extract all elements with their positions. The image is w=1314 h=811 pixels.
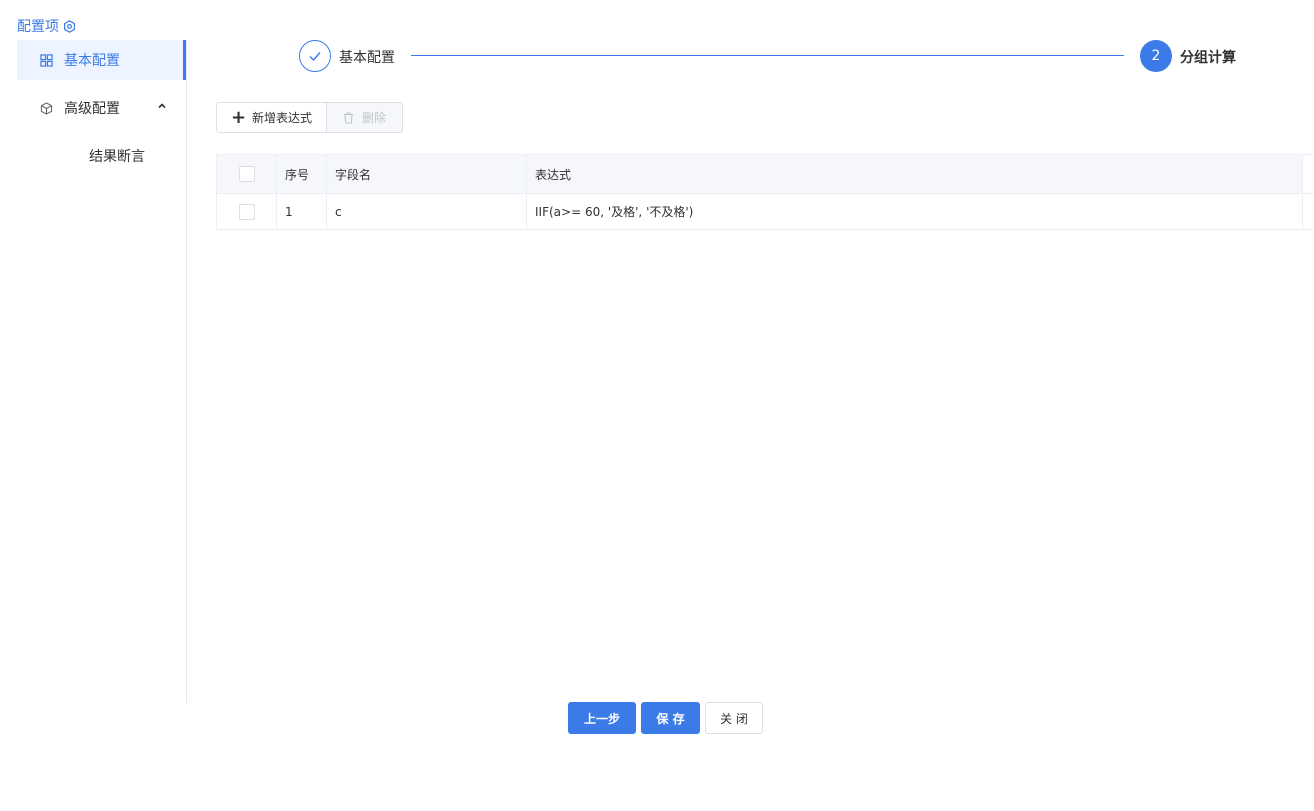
settings-icon	[59, 19, 76, 33]
close-button[interactable]: 关 闭	[705, 702, 763, 734]
sidebar-item-basic-config[interactable]: 基本配置	[17, 40, 186, 80]
delete-label: 删除	[361, 111, 386, 125]
column-header-index: 序号	[277, 155, 327, 193]
trash-icon	[343, 111, 362, 124]
prev-step-button[interactable]: 上一步	[568, 702, 636, 734]
check-icon	[308, 49, 322, 63]
cell-expression[interactable]: IIF(a>= 60, '及格', '不及格')	[527, 194, 1303, 229]
row-checkbox[interactable]	[238, 203, 255, 220]
step-connector	[411, 55, 1124, 56]
step-1-label: 基本配置	[339, 50, 395, 66]
step-2-label: 分组计算	[1180, 50, 1236, 66]
config-title: 配置项	[17, 16, 76, 36]
sidebar-item-label: 基本配置	[64, 53, 120, 69]
sidebar-item-result-assertion[interactable]: 结果断言	[89, 138, 145, 174]
row-filler	[1303, 194, 1314, 229]
header-filler	[1303, 155, 1314, 193]
toolbar: + 新增表达式 删除	[216, 102, 403, 133]
config-title-label: 配置项	[17, 19, 59, 35]
step-1-circle	[299, 40, 331, 72]
select-all-checkbox[interactable]	[238, 166, 255, 182]
footer-actions: 上一步 保 存 关 闭	[568, 702, 768, 734]
plus-icon: +	[230, 106, 247, 128]
delete-button[interactable]: 删除	[327, 102, 403, 133]
sidebar-item-advanced-config[interactable]: 高级配置	[17, 88, 183, 128]
cell-field[interactable]: c	[327, 194, 527, 229]
sidebar-item-label: 结果断言	[89, 149, 145, 165]
row-checkbox-cell	[217, 194, 277, 229]
save-button[interactable]: 保 存	[641, 702, 700, 734]
cube-icon	[40, 101, 53, 115]
expression-table: 序号 字段名 表达式 1 c IIF(a>= 60, '及格', '不及格')	[216, 154, 1314, 230]
sidebar: 基本配置 高级配置 结果断言	[0, 40, 187, 703]
table-header: 序号 字段名 表达式	[217, 155, 1314, 194]
step-2-number: 2	[1151, 48, 1161, 64]
chevron-up-icon[interactable]	[157, 101, 167, 111]
table-row[interactable]: 1 c IIF(a>= 60, '及格', '不及格')	[217, 194, 1314, 230]
cell-index: 1	[277, 194, 327, 229]
add-expression-label: 新增表达式	[252, 111, 313, 125]
header-checkbox-cell	[217, 155, 277, 193]
add-expression-button[interactable]: + 新增表达式	[216, 102, 327, 133]
column-header-expression: 表达式	[527, 155, 1303, 193]
steps-bar: 基本配置 2 分组计算	[299, 40, 1249, 72]
step-2-circle: 2	[1140, 40, 1172, 72]
column-header-field: 字段名	[327, 155, 527, 193]
grid-icon	[40, 53, 53, 67]
sidebar-item-label: 高级配置	[64, 101, 120, 117]
